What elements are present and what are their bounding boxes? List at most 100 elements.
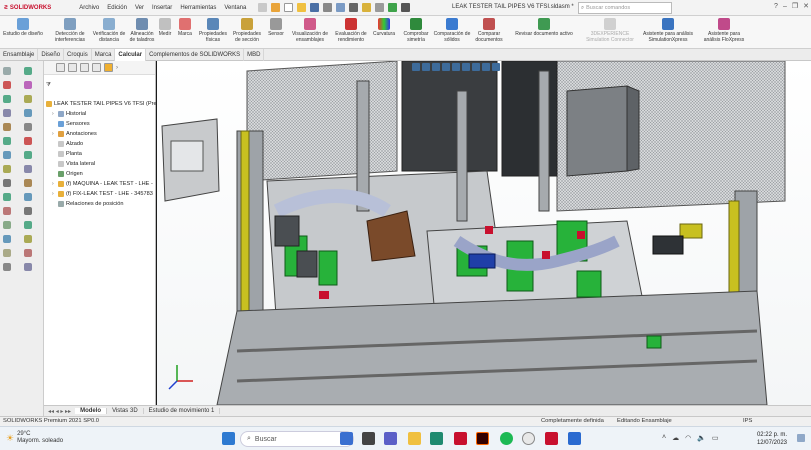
strip-tool-icon[interactable] [3, 249, 11, 257]
camera-icon[interactable] [401, 3, 411, 12]
section-view-icon[interactable] [442, 63, 450, 71]
strip-tool-icon[interactable] [24, 81, 32, 89]
check-active-button[interactable]: Revisar documento activo [508, 18, 580, 37]
strip-tool-icon[interactable] [3, 109, 11, 117]
strip-tool-icon[interactable] [24, 179, 32, 187]
compare-bodies-button[interactable]: Comparación de sólidos [433, 18, 471, 43]
display-tab-icon[interactable] [104, 63, 113, 72]
strip-tool-icon[interactable] [24, 137, 32, 145]
rebuild-icon[interactable] [362, 3, 372, 12]
strip-tool-icon[interactable] [3, 123, 11, 131]
print-icon[interactable] [323, 3, 333, 12]
menu-herramientas[interactable]: Herramientas [176, 5, 220, 11]
volume-icon[interactable]: 🔈 [697, 434, 706, 442]
app-icon[interactable] [568, 432, 581, 445]
strip-tool-icon[interactable] [24, 263, 32, 271]
tab-marca[interactable]: Marca [92, 49, 116, 61]
zoom-area-icon[interactable] [422, 63, 430, 71]
strip-tool-icon[interactable] [24, 221, 32, 229]
strip-tool-icon[interactable] [3, 221, 11, 229]
strip-tool-icon[interactable] [3, 193, 11, 201]
strip-tool-icon[interactable] [24, 207, 32, 215]
edge-icon[interactable] [430, 432, 443, 445]
tab-nav-arrows[interactable]: ◂◂ ◂ ▸ ▸▸ [44, 408, 75, 415]
tree-item-relaciones[interactable]: Relaciones de posición [52, 200, 124, 208]
help-icon[interactable]: ? [774, 3, 778, 10]
strip-tool-icon[interactable] [3, 207, 11, 215]
file-explorer-icon[interactable] [408, 432, 421, 445]
strip-tool-icon[interactable] [3, 67, 11, 75]
tree-item-planta[interactable]: Planta [52, 150, 82, 158]
markup-button[interactable]: Marca [175, 18, 195, 37]
strip-tool-icon[interactable] [24, 249, 32, 257]
tree-item-sensores[interactable]: Sensores [52, 120, 90, 128]
design-study-button[interactable]: Estudio de diseño [2, 18, 44, 37]
close-icon[interactable]: ✕ [803, 2, 809, 10]
tab-mbd[interactable]: MBD [244, 49, 265, 61]
tree-item-historial[interactable]: › Historial [52, 110, 86, 118]
filter-icon[interactable]: ⧩ [44, 82, 51, 89]
strip-tool-icon[interactable] [3, 165, 11, 173]
minimize-icon[interactable]: – [783, 3, 787, 10]
graphics-viewport[interactable] [157, 61, 811, 405]
save-icon[interactable] [310, 3, 320, 12]
menu-insertar[interactable]: Insertar [148, 5, 176, 11]
hole-align-button[interactable]: Alineación de taladros [127, 18, 157, 43]
menu-archivo[interactable]: Archivo [75, 5, 103, 11]
tab-vistas-3d[interactable]: Vistas 3D [107, 408, 144, 414]
windows-start-icon[interactable] [222, 432, 235, 445]
config-tab-icon[interactable] [80, 63, 89, 72]
performance-button[interactable]: Evaluación de rendimiento [332, 18, 370, 43]
feature-tree-tab-icon[interactable] [56, 63, 65, 72]
strip-tool-icon[interactable] [24, 67, 32, 75]
strip-tool-icon[interactable] [24, 151, 32, 159]
widgets-icon[interactable] [340, 432, 353, 445]
undo-icon[interactable] [336, 3, 346, 12]
sensor-button[interactable]: Sensor [265, 18, 287, 37]
tree-item-anotaciones[interactable]: › Anotaciones [52, 130, 97, 138]
command-search-input[interactable]: ⌕ Buscar comandos [578, 2, 672, 14]
new-file-icon[interactable] [284, 3, 294, 12]
strip-tool-icon[interactable] [3, 137, 11, 145]
simxpress-button[interactable]: Asistente para análisis SimulationXpress [640, 18, 696, 43]
tab-croquis[interactable]: Croquis [64, 49, 92, 61]
symmetry-button[interactable]: Comprobar simetría [399, 18, 433, 43]
tab-complementos[interactable]: Complementos de SOLIDWORKS [146, 49, 245, 61]
mass-props-button[interactable]: Propiedades físicas [196, 18, 230, 43]
select-icon[interactable] [349, 3, 359, 12]
curvature-button[interactable]: Curvatura [370, 18, 398, 37]
previous-view-icon[interactable] [432, 63, 440, 71]
tab-diseno[interactable]: Diseño [38, 49, 65, 61]
assembly-vis-button[interactable]: Visualización de ensamblajes [288, 18, 332, 43]
strip-tool-icon[interactable] [3, 263, 11, 271]
taskbar-search[interactable]: ⌕ Buscar [240, 431, 354, 447]
home-icon[interactable] [271, 3, 281, 12]
tree-item-origen[interactable]: Origen [52, 170, 83, 178]
status-units[interactable]: IPS [743, 418, 752, 424]
options-icon[interactable] [375, 3, 385, 12]
illustrator-icon[interactable] [476, 432, 489, 445]
clearance-button[interactable]: Verificación de distancia [90, 18, 128, 43]
tab-modelo[interactable]: Modelo [75, 408, 108, 414]
expand-arrow-icon[interactable]: › [116, 65, 118, 71]
task-view-icon[interactable] [362, 432, 375, 445]
solidworks-logo[interactable]: ƨ SOLIDWORKS [0, 4, 57, 11]
spotify-icon[interactable] [500, 432, 513, 445]
property-tab-icon[interactable] [68, 63, 77, 72]
tree-item-maquina[interactable]: › (f) MAQUINA - LEAK TEST - LHE - [52, 180, 153, 188]
open-file-icon[interactable] [297, 3, 307, 12]
strip-tool-icon[interactable] [3, 179, 11, 187]
strip-tool-icon[interactable] [24, 165, 32, 173]
tree-item-alzado[interactable]: Alzado [52, 140, 83, 148]
notification-icon[interactable] [797, 434, 805, 442]
display-style-icon[interactable] [462, 63, 470, 71]
section-props-button[interactable]: Propiedades de sección [230, 18, 264, 43]
onedrive-icon[interactable]: ☁ [672, 434, 679, 442]
teams-icon[interactable] [384, 432, 397, 445]
chrome-icon[interactable] [522, 432, 535, 445]
3dx-sim-button[interactable]: 3DEXPERIENCE Simulation Connector [586, 18, 634, 43]
solidworks-2-icon[interactable] [545, 432, 558, 445]
strip-tool-icon[interactable] [24, 193, 32, 201]
strip-tool-icon[interactable] [24, 95, 32, 103]
tree-item-vista-lateral[interactable]: Vista lateral [52, 160, 95, 168]
